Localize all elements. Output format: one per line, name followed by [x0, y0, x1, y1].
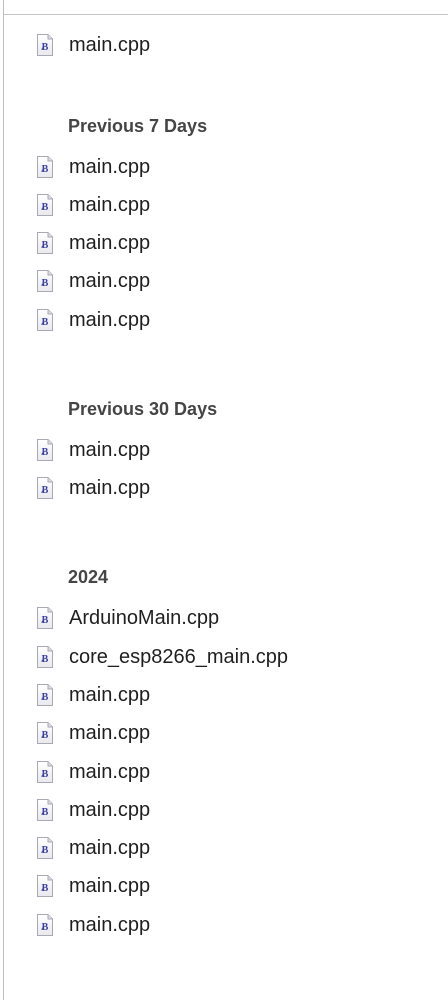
file-name: main.cpp: [69, 156, 151, 178]
cpp-file-icon: B: [35, 683, 55, 707]
recent-files-sidebar: B main.cpp Previous 7 Days B main.cpp B …: [3, 0, 448, 1000]
cpp-file-icon: B: [35, 193, 55, 217]
file-item[interactable]: B main.cpp: [35, 30, 435, 60]
file-name: main.cpp: [69, 34, 151, 56]
cpp-file-icon: B: [35, 721, 55, 745]
file-name: main.cpp: [69, 194, 151, 216]
file-name: main.cpp: [69, 722, 151, 744]
cpp-file-icon: B: [35, 308, 55, 332]
cpp-file-icon: B: [35, 269, 55, 293]
file-name: core_esp8266_main.cpp: [69, 646, 289, 668]
cpp-file-icon: B: [35, 606, 55, 630]
file-name: main.cpp: [69, 684, 151, 706]
file-item[interactable]: B main.cpp: [35, 718, 435, 748]
file-name: main.cpp: [69, 837, 151, 859]
file-item[interactable]: B main.cpp: [35, 228, 435, 258]
cpp-file-icon: B: [35, 476, 55, 500]
file-name: main.cpp: [69, 477, 151, 499]
file-item[interactable]: B main.cpp: [35, 910, 435, 940]
cpp-file-icon: B: [35, 438, 55, 462]
file-item[interactable]: B main.cpp: [35, 266, 435, 296]
file-item[interactable]: B main.cpp: [35, 190, 435, 220]
file-name: main.cpp: [69, 875, 151, 897]
section-title-previous-30-days: Previous 30 Days: [68, 399, 218, 419]
file-item[interactable]: B core_esp8266_main.cpp: [35, 642, 435, 672]
cpp-file-icon: B: [35, 33, 55, 57]
cpp-file-icon: B: [35, 798, 55, 822]
file-name: main.cpp: [69, 761, 151, 783]
file-name: main.cpp: [69, 799, 151, 821]
file-item[interactable]: B main.cpp: [35, 795, 435, 825]
cpp-file-icon: B: [35, 874, 55, 898]
cpp-file-icon: B: [35, 155, 55, 179]
cpp-file-icon: B: [35, 231, 55, 255]
file-item[interactable]: B ArduinoMain.cpp: [35, 603, 435, 633]
file-item[interactable]: B main.cpp: [35, 305, 435, 335]
file-item[interactable]: B main.cpp: [35, 473, 435, 503]
top-divider: [4, 14, 448, 15]
file-name: main.cpp: [69, 439, 151, 461]
file-name: main.cpp: [69, 914, 151, 936]
cpp-file-icon: B: [35, 836, 55, 860]
file-name: main.cpp: [69, 270, 151, 292]
cpp-file-icon: B: [35, 760, 55, 784]
section-title-previous-7-days: Previous 7 Days: [68, 116, 208, 136]
file-item[interactable]: B main.cpp: [35, 435, 435, 465]
file-item[interactable]: B main.cpp: [35, 680, 435, 710]
file-item[interactable]: B main.cpp: [35, 833, 435, 863]
cpp-file-icon: B: [35, 645, 55, 669]
file-name: main.cpp: [69, 309, 151, 331]
cpp-file-icon: B: [35, 913, 55, 937]
file-item[interactable]: B main.cpp: [35, 152, 435, 182]
file-name: ArduinoMain.cpp: [69, 607, 220, 629]
section-title-2024: 2024: [68, 567, 109, 587]
file-item[interactable]: B main.cpp: [35, 757, 435, 787]
file-item[interactable]: B main.cpp: [35, 871, 435, 901]
file-name: main.cpp: [69, 232, 151, 254]
